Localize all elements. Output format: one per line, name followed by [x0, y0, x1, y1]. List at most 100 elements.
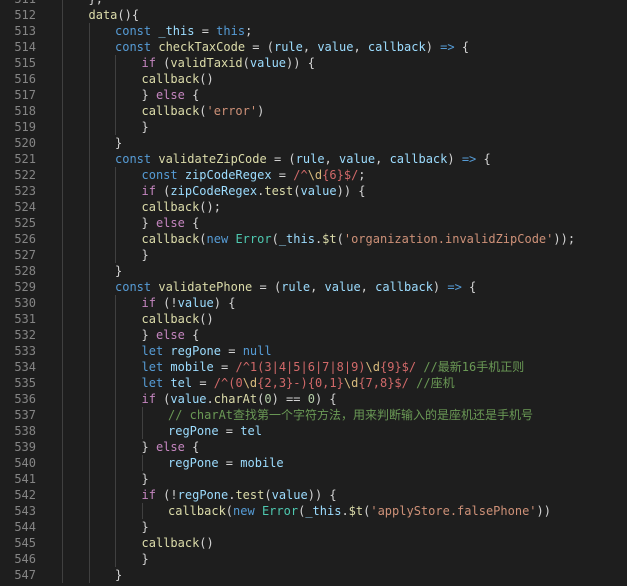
- code-line[interactable]: 515 if (validTaxid(value)) {: [0, 55, 627, 71]
- code-line[interactable]: 532} else {: [0, 327, 627, 343]
- line-number: 528: [14, 264, 36, 278]
- indent-guide: [115, 199, 116, 215]
- code-line[interactable]: 531 callback(): [0, 311, 627, 327]
- code-line[interactable]: 541}: [0, 471, 627, 487]
- code-line[interactable]: 519}: [0, 119, 627, 135]
- code-editor[interactable]: 511},512data(){513const _this = this;514…: [0, 0, 627, 586]
- code-line[interactable]: 522 const zipCodeRegex = /^\d{6}$/;: [0, 167, 627, 183]
- line-number: 539: [14, 440, 36, 454]
- indent-guide: [115, 439, 116, 455]
- code-text: const _this = this;: [115, 23, 252, 39]
- indent-guide: [115, 487, 116, 503]
- code-line[interactable]: 526 callback(new Error(_this.$t('organiza…: [0, 231, 627, 247]
- code-token: value: [324, 280, 361, 294]
- code-token: //最新16手机正则: [423, 360, 525, 374]
- indent-guide: [62, 71, 63, 87]
- indent-guide: [88, 311, 90, 327]
- code-line[interactable]: 516 callback(): [0, 71, 627, 87]
- code-token: (): [199, 72, 214, 86]
- code-token: callback: [141, 72, 200, 86]
- code-token: ;: [358, 168, 366, 182]
- code-token: {: [184, 440, 200, 454]
- code-line[interactable]: 525} else {: [0, 215, 627, 231]
- code-line[interactable]: 517} else {: [0, 87, 627, 103]
- code-text: const validateZipCode = (rule, value, ca…: [115, 151, 491, 167]
- code-text: const zipCodeRegex = /^\d{6}$/;: [142, 167, 366, 183]
- indent-guide: [62, 263, 63, 279]
- code-line[interactable]: 538 regPone = tel: [0, 423, 627, 439]
- code-line[interactable]: 529 const validatePhone = (rule, value, c…: [0, 279, 627, 295]
- indent-guide: [62, 103, 63, 119]
- indent-guide: [62, 455, 63, 471]
- code-token: value: [317, 40, 354, 54]
- code-token: (){: [117, 8, 140, 22]
- code-line[interactable]: 546}: [0, 551, 627, 567]
- code-line[interactable]: 511},: [0, 0, 627, 7]
- line-number: 518: [14, 104, 36, 118]
- code-token: (: [155, 184, 171, 198]
- indent-guide: [88, 71, 90, 87]
- line-number: 538: [14, 424, 36, 438]
- code-line[interactable]: 512 data(){: [0, 7, 627, 23]
- code-token: rule: [295, 152, 325, 166]
- line-number: 542: [14, 488, 36, 502]
- indent-guide: [88, 39, 90, 55]
- code-line[interactable]: 523 if (zipCodeRegex.test(value)) {: [0, 183, 627, 199]
- code-line[interactable]: 524 callback();: [0, 199, 627, 215]
- indent-guide: [88, 263, 90, 279]
- code-line[interactable]: 540 regPone = mobile: [0, 455, 627, 471]
- line-number: 515: [14, 56, 36, 70]
- code-line[interactable]: 535 let tel = /^(0\d{2,3}-){0,1}\d{7,8}$/…: [0, 375, 627, 391]
- code-token: },: [89, 0, 103, 6]
- code-line[interactable]: 534 let mobile = /^1(3|4|5|6|7|8|9)\d{9}$…: [0, 359, 627, 375]
- code-token: _this: [158, 24, 195, 38]
- code-line[interactable]: 544}: [0, 519, 627, 535]
- code-token: }: [141, 248, 149, 262]
- code-token: value: [271, 488, 308, 502]
- code-line[interactable]: 543 callback(new Error(_this.$t('applySto…: [0, 503, 627, 519]
- indent-guide: [62, 423, 63, 439]
- indent-guide: [62, 407, 63, 423]
- code-token: _this: [305, 504, 342, 518]
- code-text: // charAt查找第一个字符方法，用来判断输入的是座机还是手机号: [168, 407, 533, 423]
- code-line[interactable]: 518 callback('error'): [0, 103, 627, 119]
- code-token: validateZipCode: [158, 152, 267, 166]
- code-token: (: [225, 504, 234, 518]
- code-text: }: [115, 135, 122, 151]
- line-number: 536: [14, 392, 36, 406]
- code-line[interactable]: 513 const _this = this;: [0, 23, 627, 39]
- code-line[interactable]: 545 callback(): [0, 535, 627, 551]
- code-token: if: [141, 488, 156, 502]
- indent-guide: [62, 295, 63, 311]
- code-token: \d: [343, 376, 359, 390]
- code-token: charAt: [213, 392, 258, 406]
- code-line[interactable]: 514 const checkTaxCode = (rule, value, ca…: [0, 39, 627, 55]
- indent-guide: [62, 487, 63, 503]
- code-line[interactable]: 542 if (!regPone.test(value)) {: [0, 487, 627, 503]
- code-token: }: [141, 552, 149, 566]
- code-line[interactable]: 536 if (value.charAt(0) == 0) {: [0, 391, 627, 407]
- code-token: callback: [375, 280, 433, 294]
- code-text: regPone = tel: [168, 423, 262, 439]
- line-number: 529: [14, 280, 36, 294]
- code-line[interactable]: 521 const validateZipCode = (rule, value,…: [0, 151, 627, 167]
- code-line[interactable]: 530 if (!value) {: [0, 295, 627, 311]
- code-line[interactable]: 539} else {: [0, 439, 627, 455]
- code-token: rule: [281, 280, 311, 294]
- code-token: .: [206, 392, 214, 406]
- indent-guide: [62, 55, 63, 71]
- code-line[interactable]: 537 // charAt查找第一个字符方法，用来判断输入的是座机还是手机号: [0, 407, 627, 423]
- code-token: ): [447, 152, 462, 166]
- code-line[interactable]: 528}: [0, 263, 627, 279]
- code-token: ));: [553, 232, 576, 246]
- code-token: let: [141, 344, 164, 358]
- code-line[interactable]: 533 let regPone = null: [0, 343, 627, 359]
- code-token: (: [199, 232, 207, 246]
- code-token: value: [339, 152, 376, 166]
- code-token: \d: [307, 168, 323, 182]
- indent-guide: [115, 247, 116, 263]
- code-line[interactable]: 520}: [0, 135, 627, 151]
- code-line[interactable]: 547}: [0, 567, 627, 583]
- code-token: }: [141, 216, 156, 230]
- code-line[interactable]: 527}: [0, 247, 627, 263]
